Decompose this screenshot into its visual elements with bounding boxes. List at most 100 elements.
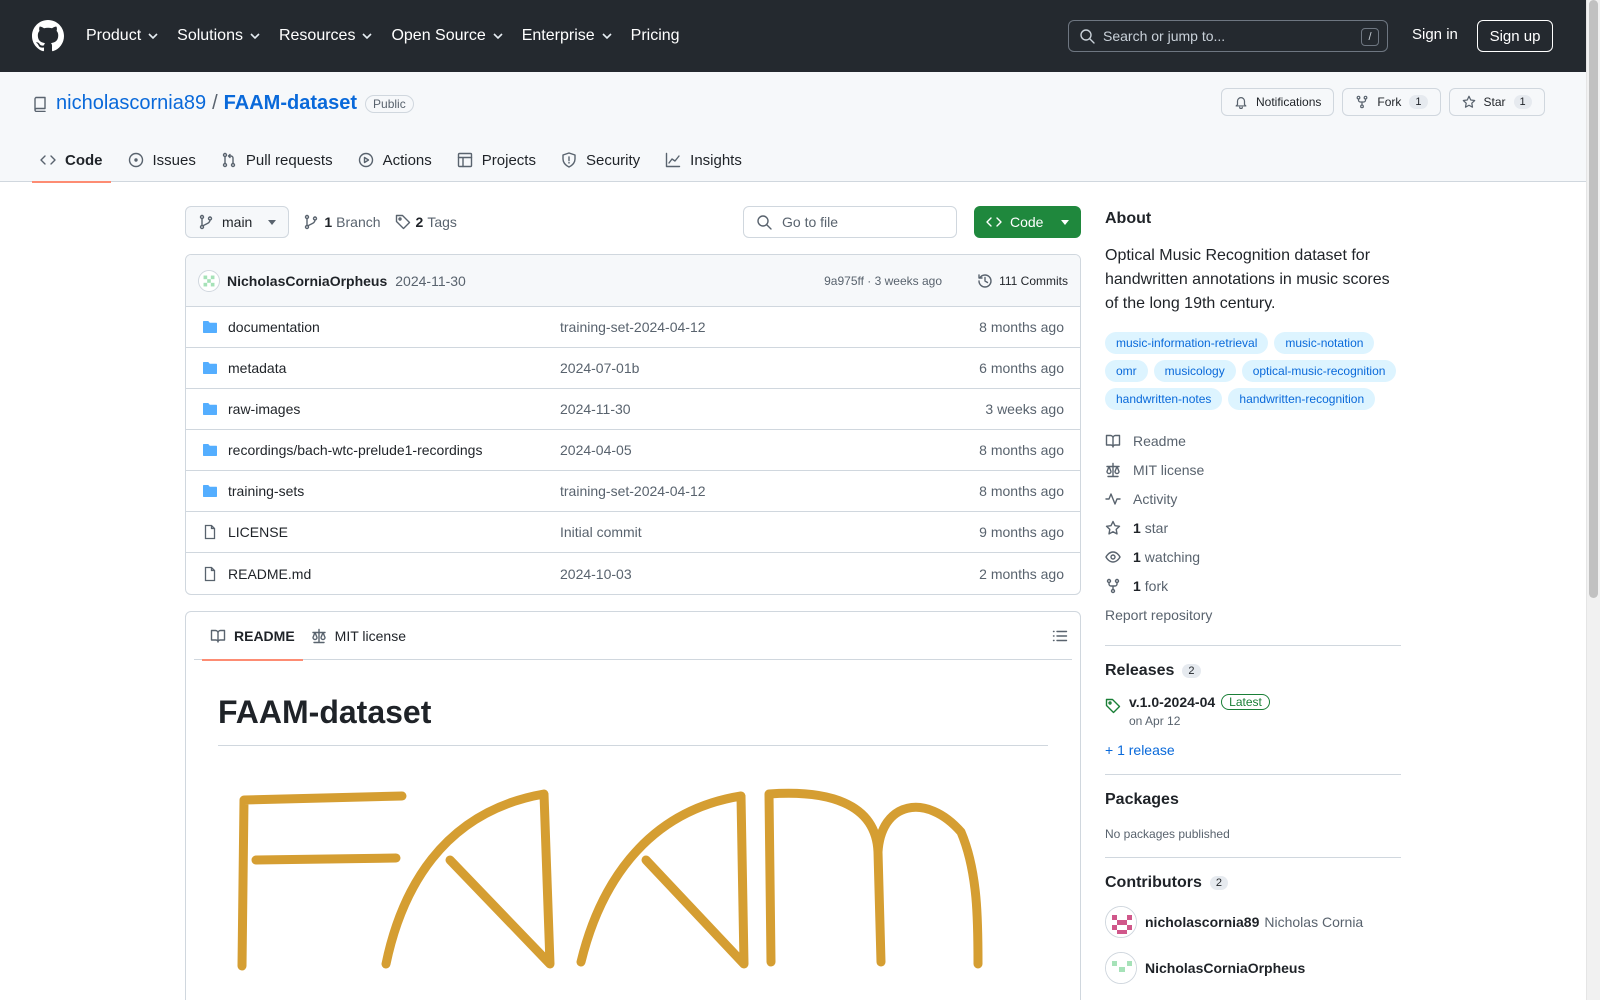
about-link-activity[interactable]: Activity <box>1105 484 1401 513</box>
table-row[interactable]: raw-images 2024-11-30 3 weeks ago <box>186 389 1080 430</box>
about-link-star[interactable]: 1 star <box>1105 513 1401 542</box>
contributor-login: nicholascornia89 <box>1145 914 1260 930</box>
file-commit-message-link[interactable]: Initial commit <box>560 524 642 540</box>
repo-name-link[interactable]: FAAM-dataset <box>224 92 357 115</box>
file-name-link[interactable]: LICENSE <box>228 524 288 540</box>
nav-open-source[interactable]: Open Source <box>391 27 503 45</box>
page-scrollbar[interactable] <box>1586 0 1600 1000</box>
tab-security[interactable]: Security <box>553 138 648 182</box>
star-button[interactable]: Star 1 <box>1448 88 1545 116</box>
list-icon[interactable] <box>1052 628 1068 644</box>
contributors-heading[interactable]: Contributors 2 <box>1105 874 1401 892</box>
contributor-login: NicholasCorniaOrpheus <box>1145 960 1306 976</box>
file-name-link[interactable]: metadata <box>228 360 286 376</box>
notifications-button[interactable]: Notifications <box>1221 88 1335 116</box>
latest-release[interactable]: v.1.0-2024-04 Latest on Apr 12 <box>1105 694 1401 728</box>
file-name-link[interactable]: raw-images <box>228 401 300 417</box>
branch-select-button[interactable]: main <box>185 206 290 238</box>
nav-label: Enterprise <box>521 27 595 44</box>
readme-tabs: README MIT license <box>194 612 1072 661</box>
file-navigation: main 1 Branch 2 Tags Go to file Code <box>185 206 1081 238</box>
scrollbar-thumb[interactable] <box>1589 0 1598 598</box>
code-dropdown-button[interactable]: Code <box>974 206 1081 238</box>
nav-enterprise[interactable]: Enterprise <box>522 27 613 45</box>
table-row[interactable]: documentation training-set-2024-04-12 8 mo… <box>186 307 1080 348</box>
table-row[interactable]: README.md 2024-10-03 2 months ago <box>186 553 1080 594</box>
tab-readme[interactable]: README <box>202 612 303 661</box>
commit-author-link[interactable]: NicholasCorniaOrpheus <box>227 273 387 289</box>
file-name-link[interactable]: recordings/bach-wtc-prelude1-recordings <box>228 442 482 458</box>
search-input[interactable]: Search or jump to... / <box>1068 20 1388 52</box>
topic-tag[interactable]: music-information-retrieval <box>1105 332 1269 354</box>
divider <box>1105 645 1401 646</box>
nav-product[interactable]: Product <box>86 27 159 45</box>
file-commit-message-link[interactable]: training-set-2024-04-12 <box>560 319 706 335</box>
tab-pull-requests[interactable]: Pull requests <box>213 138 341 182</box>
tab-projects[interactable]: Projects <box>449 138 544 182</box>
more-releases-link[interactable]: + 1 release <box>1105 742 1401 758</box>
commit-hash-time[interactable]: 9a975ff · 3 weeks ago <box>824 274 942 288</box>
fork-button[interactable]: Fork 1 <box>1342 88 1441 116</box>
tab-issues[interactable]: Issues <box>120 138 204 182</box>
table-row[interactable]: recordings/bach-wtc-prelude1-recordings 2… <box>186 430 1080 471</box>
nav-pricing[interactable]: Pricing <box>631 27 680 45</box>
about-link-fork[interactable]: 1 fork <box>1105 571 1401 600</box>
about-link-label: watching <box>1144 548 1201 565</box>
topic-tag[interactable]: musicology <box>1153 360 1236 382</box>
report-repository-link[interactable]: Report repository <box>1105 600 1401 629</box>
topic-tag[interactable]: handwritten-recognition <box>1228 388 1376 410</box>
topic-tag[interactable]: music-notation <box>1274 332 1375 354</box>
releases-heading[interactable]: Releases 2 <box>1105 662 1401 680</box>
nav-resources[interactable]: Resources <box>279 27 373 45</box>
sign-up-button[interactable]: Sign up <box>1477 20 1553 52</box>
file-name-link[interactable]: training-sets <box>228 483 304 499</box>
tab-label: MIT license <box>334 627 406 644</box>
tab-code[interactable]: Code <box>32 138 111 183</box>
tags-link[interactable]: 2 Tags <box>395 214 457 230</box>
star-icon <box>1462 95 1475 108</box>
file-commit-message-link[interactable]: 2024-04-05 <box>560 442 632 458</box>
repo-owner-link[interactable]: nicholascornia89 <box>56 92 206 115</box>
about-link-mit-license[interactable]: MIT license <box>1105 455 1401 484</box>
releases-title: Releases <box>1105 662 1175 679</box>
github-logo-icon[interactable] <box>32 20 64 52</box>
global-header: Product Solutions Resources Open Source … <box>0 0 1586 72</box>
file-commit-message-link[interactable]: 2024-10-03 <box>560 566 632 582</box>
topic-tag[interactable]: optical-music-recognition <box>1241 360 1397 382</box>
contributor-item[interactable]: nicholascornia89 Nicholas Cornia <box>1105 906 1401 938</box>
about-link-readme[interactable]: Readme <box>1105 426 1401 455</box>
table-row[interactable]: metadata 2024-07-01b 6 months ago <box>186 348 1080 389</box>
packages-heading[interactable]: Packages <box>1105 791 1401 809</box>
nav-solutions[interactable]: Solutions <box>177 27 261 45</box>
branches-link[interactable]: 1 Branch <box>303 214 381 230</box>
commits-history-link[interactable]: 111 Commits <box>977 273 1068 289</box>
search-icon <box>757 215 772 230</box>
file-commit-message-link[interactable]: 2024-07-01b <box>560 360 639 376</box>
tab-license[interactable]: MIT license <box>303 612 414 660</box>
topic-tag[interactable]: omr <box>1105 360 1148 382</box>
about-link-watching[interactable]: 1 watching <box>1105 542 1401 571</box>
tab-insights[interactable]: Insights <box>657 138 750 182</box>
tab-label: Actions <box>382 151 432 169</box>
topic-tag[interactable]: handwritten-notes <box>1105 388 1223 410</box>
identicon-icon <box>203 275 215 286</box>
release-name: v.1.0-2024-04 <box>1129 694 1216 710</box>
tab-label: Pull requests <box>245 151 333 169</box>
tab-label: Security <box>585 151 641 169</box>
go-to-file-input[interactable]: Go to file <box>743 206 957 238</box>
sign-in-link[interactable]: Sign in <box>1412 26 1458 43</box>
contributor-item[interactable]: NicholasCorniaOrpheus <box>1105 952 1401 984</box>
tab-actions[interactable]: Actions <box>350 138 440 182</box>
file-commit-message-link[interactable]: 2024-11-30 <box>560 401 631 417</box>
avatar[interactable] <box>198 269 220 292</box>
file-commit-message-link[interactable]: training-set-2024-04-12 <box>560 483 706 499</box>
file-name-link[interactable]: README.md <box>228 566 311 582</box>
commit-message-link[interactable]: 2024-11-30 <box>395 273 466 289</box>
main-nav: Product Solutions Resources Open Source … <box>86 27 698 45</box>
table-row[interactable]: LICENSE Initial commit 9 months ago <box>186 512 1080 553</box>
search-placeholder: Search or jump to... <box>1103 28 1226 44</box>
divider <box>1105 774 1401 775</box>
file-name-link[interactable]: documentation <box>228 319 320 335</box>
about-link-count: 1 <box>1133 519 1141 536</box>
table-row[interactable]: training-sets training-set-2024-04-12 8 mo… <box>186 471 1080 512</box>
